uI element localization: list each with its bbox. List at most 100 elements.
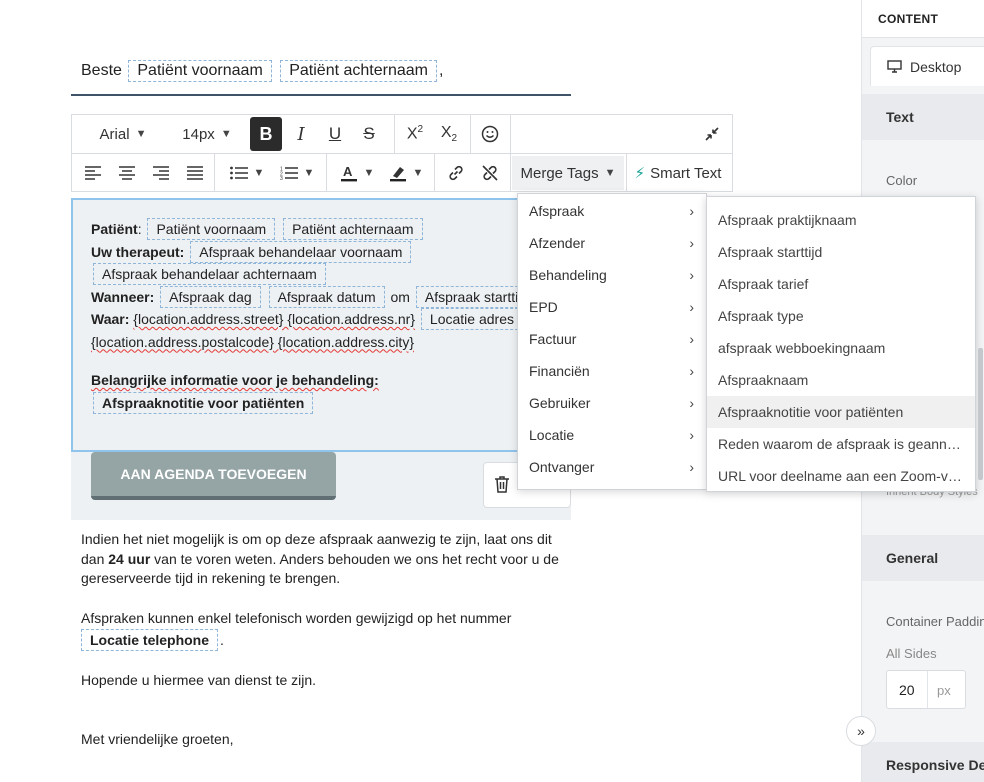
font-size-select[interactable]: 14px ▼ bbox=[170, 117, 244, 151]
submenu-item[interactable]: Reden waarom de afspraak is geannuleerd bbox=[707, 428, 975, 460]
therapist-line-2: Afspraak behandelaar achternaam bbox=[91, 263, 569, 286]
align-center-icon bbox=[119, 166, 135, 180]
font-size-value: 14px bbox=[182, 125, 215, 143]
greeting-line[interactable]: Beste Patiënt voornaam Patiënt achternaa… bbox=[81, 60, 443, 84]
align-left-icon bbox=[85, 166, 101, 180]
submenu-item[interactable]: afspraak webboekingnaam bbox=[707, 332, 975, 364]
toolbar-divider bbox=[510, 154, 511, 192]
menu-item-epd[interactable]: EPD › bbox=[518, 291, 706, 323]
submenu-scrollbar-thumb[interactable] bbox=[978, 348, 983, 480]
when-om-text: om bbox=[390, 288, 410, 305]
superscript-icon: X2 bbox=[406, 124, 424, 143]
delete-block-button[interactable] bbox=[494, 475, 510, 498]
where-postal-city: {location.address.postalcode} {location.… bbox=[91, 333, 414, 350]
insert-link-button[interactable] bbox=[440, 156, 472, 190]
font-family-value: Arial bbox=[99, 125, 130, 143]
font-family-select[interactable]: Arial ▼ bbox=[86, 117, 160, 151]
padding-input[interactable]: 20 px bbox=[886, 670, 966, 709]
add-to-agenda-label: AAN AGENDA TOEVOEGEN bbox=[120, 466, 307, 482]
editor-content-block[interactable]: Patiënt: Patiënt voornaam Patiënt achter… bbox=[71, 198, 571, 452]
chevron-right-icon: › bbox=[689, 235, 694, 251]
menu-item-factuur[interactable]: Factuur › bbox=[518, 323, 706, 355]
bullet-list-button[interactable]: ▼ bbox=[222, 156, 272, 190]
collapse-sidebar-button[interactable]: » bbox=[846, 716, 876, 746]
strikethrough-button[interactable]: S bbox=[354, 117, 384, 151]
sidebar-header-title: CONTENT bbox=[878, 12, 939, 26]
collapse-toolbar-button[interactable] bbox=[696, 117, 728, 151]
menu-item-locatie[interactable]: Locatie › bbox=[518, 419, 706, 451]
all-sides-label: All Sides bbox=[886, 646, 937, 661]
link-icon bbox=[449, 165, 463, 181]
numbered-list-button[interactable]: 123 ▼ bbox=[272, 156, 322, 190]
therapist-line: Uw therapeut: Afspraak behandelaar voorn… bbox=[91, 240, 569, 264]
merge-tag[interactable]: Afspraak dag bbox=[160, 285, 261, 308]
color-label: Color bbox=[886, 173, 918, 188]
menu-item-label: Ontvanger bbox=[529, 459, 595, 475]
afspraak-submenu: Afspraak praktijknaam Afspraak starttijd… bbox=[706, 196, 976, 492]
chevron-down-icon: ▼ bbox=[604, 167, 616, 179]
submenu-item[interactable]: Afspraak type bbox=[707, 300, 975, 332]
highlight-color-button[interactable]: ▼ bbox=[382, 156, 430, 190]
menu-item-afzender[interactable]: Afzender › bbox=[518, 227, 706, 259]
tab-desktop[interactable]: Desktop bbox=[870, 46, 984, 86]
body-text: Indien het niet mogelijk is om op deze a… bbox=[81, 530, 566, 749]
menu-item-behandeling[interactable]: Behandeling › bbox=[518, 259, 706, 291]
bold-button[interactable]: B bbox=[250, 117, 282, 151]
highlighter-icon bbox=[389, 167, 406, 182]
section-general-header[interactable]: General bbox=[862, 535, 984, 581]
merge-tag[interactable]: Patiënt achternaam bbox=[283, 218, 423, 240]
where-line: Waar: {location.address.street} {locatio… bbox=[91, 308, 569, 331]
merge-tag[interactable]: Afspraak datum bbox=[268, 285, 385, 308]
menu-item-gebruiker[interactable]: Gebruiker › bbox=[518, 387, 706, 419]
toolbar-row-2: ▼ 123 ▼ A ▼ ▼ Merge Tags ▼ ⚡ Smart Text bbox=[72, 154, 732, 192]
text-formatting-toolbar: Arial ▼ 14px ▼ B I U S X2 X2 ▼ 1 2 3 ▼ A… bbox=[71, 114, 733, 192]
merge-tags-button[interactable]: Merge Tags ▼ bbox=[512, 156, 624, 190]
superscript-button[interactable]: X2 bbox=[398, 117, 432, 151]
align-center-button[interactable] bbox=[112, 156, 142, 190]
section-responsive-header[interactable]: Responsive Design bbox=[862, 742, 984, 782]
merge-tag[interactable]: Locatie telephone bbox=[81, 629, 219, 651]
text: dan bbox=[81, 550, 105, 567]
text-color-button[interactable]: A ▼ bbox=[334, 156, 380, 190]
strikethrough-icon: S bbox=[363, 124, 375, 143]
submenu-item[interactable]: Afspraaknaam bbox=[707, 364, 975, 396]
submenu-item[interactable]: URL voor deelname aan een Zoom-vergaderi… bbox=[707, 460, 975, 491]
emoji-button[interactable] bbox=[474, 117, 506, 151]
menu-item-label: Gebruiker bbox=[529, 395, 591, 411]
menu-item-ontvanger[interactable]: Ontvanger › bbox=[518, 451, 706, 483]
submenu-item[interactable]: Afspraak praktijknaam bbox=[707, 204, 975, 236]
where-address: {location.address.street} {location.addr… bbox=[133, 311, 416, 327]
merge-tag[interactable]: Afspraak behandelaar voornaam bbox=[190, 240, 412, 263]
align-right-button[interactable] bbox=[146, 156, 176, 190]
tab-desktop-label: Desktop bbox=[910, 58, 962, 75]
unlink-icon bbox=[482, 165, 498, 181]
merge-tag[interactable]: Locatie adres bbox=[420, 308, 523, 330]
menu-item-financien[interactable]: Financiën › bbox=[518, 355, 706, 387]
svg-text:3: 3 bbox=[280, 176, 283, 180]
merge-tag[interactable]: Afspraak behandelaar achternaam bbox=[93, 263, 326, 285]
justify-button[interactable] bbox=[180, 156, 210, 190]
menu-item-label: Afzender bbox=[529, 235, 586, 251]
merge-tag-patient-firstname[interactable]: Patiënt voornaam bbox=[128, 60, 272, 82]
remove-link-button[interactable] bbox=[474, 156, 506, 190]
submenu-item[interactable]: Afspraak starttijd bbox=[707, 236, 975, 268]
underline-button[interactable]: U bbox=[320, 117, 350, 151]
submenu-item[interactable]: Afspraak tarief bbox=[707, 268, 975, 300]
merge-tag-patient-lastname[interactable]: Patiënt achternaam bbox=[280, 60, 437, 82]
merge-tag[interactable]: Afspraaknotitie voor patiënten bbox=[93, 391, 314, 414]
add-to-agenda-button[interactable]: AAN AGENDA TOEVOEGEN bbox=[91, 452, 336, 500]
toolbar-divider bbox=[326, 154, 327, 192]
submenu-item-highlighted[interactable]: Afspraaknotitie voor patiënten bbox=[707, 396, 975, 428]
subscript-button[interactable]: X2 bbox=[432, 117, 466, 151]
merge-tags-label: Merge Tags bbox=[520, 164, 599, 182]
section-text-header[interactable]: Text bbox=[862, 94, 984, 140]
menu-item-afspraak[interactable]: Afspraak › bbox=[518, 195, 706, 227]
merge-tag[interactable]: Patiënt voornaam bbox=[147, 218, 276, 240]
align-left-button[interactable] bbox=[78, 156, 108, 190]
section-general-title: General bbox=[886, 550, 939, 566]
smart-text-button[interactable]: ⚡ Smart Text bbox=[630, 156, 726, 190]
text: . bbox=[220, 632, 224, 648]
italic-button[interactable]: I bbox=[286, 117, 316, 151]
